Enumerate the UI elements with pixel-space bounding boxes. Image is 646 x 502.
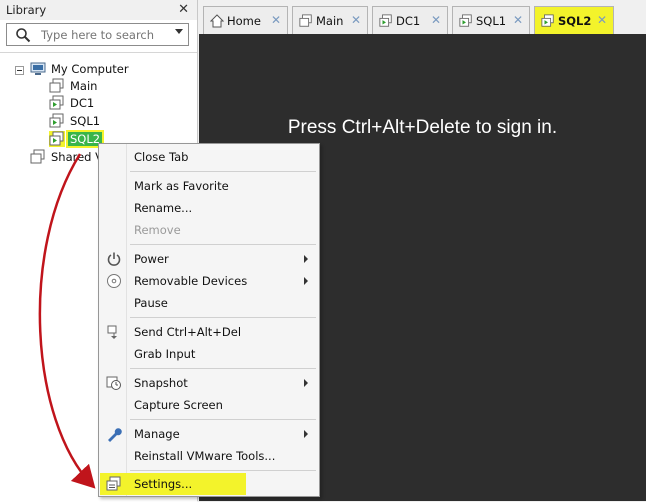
- vm-running-icon: [49, 131, 65, 147]
- home-icon: [210, 13, 224, 27]
- close-icon[interactable]: ✕: [271, 13, 281, 27]
- tree-item-label: Shared V: [51, 150, 104, 164]
- menu-separator: [130, 244, 316, 245]
- library-search[interactable]: [6, 23, 189, 46]
- tab-main[interactable]: Main ✕: [292, 6, 368, 34]
- tree-item-label: Main: [70, 79, 98, 93]
- menu-item-label: Send Ctrl+Alt+Del: [134, 325, 242, 339]
- menu-separator: [130, 317, 316, 318]
- tree-item-sql1[interactable]: SQL1: [49, 112, 102, 130]
- menu-item-label: Capture Screen: [134, 398, 223, 412]
- vm-running-icon: [541, 13, 554, 27]
- vm-icon: [299, 13, 312, 27]
- menu-item-snapshot[interactable]: Snapshot: [100, 372, 318, 394]
- library-title: Library: [6, 3, 47, 17]
- menu-item-label: Rename...: [134, 201, 193, 215]
- menu-separator: [130, 171, 316, 172]
- vm-icon: [49, 78, 64, 93]
- menu-item-close-tab[interactable]: Close Tab: [100, 146, 318, 168]
- shared-vms-icon: [30, 149, 45, 164]
- collapse-toggle[interactable]: [15, 66, 24, 75]
- search-input[interactable]: [41, 27, 171, 43]
- vm-running-icon: [459, 13, 472, 27]
- context-menu: Close Tab Mark as Favorite Rename... Rem…: [98, 143, 320, 497]
- snapshot-icon: [106, 376, 121, 390]
- menu-item-removable-devices[interactable]: Removable Devices: [100, 270, 318, 292]
- submenu-arrow-icon: [304, 379, 308, 387]
- tab-label: DC1: [396, 13, 421, 28]
- menu-item-mark-favorite[interactable]: Mark as Favorite: [100, 175, 318, 197]
- tree-item-sql2[interactable]: SQL2: [49, 130, 105, 148]
- close-icon[interactable]: ✕: [597, 13, 607, 27]
- menu-item-label: Pause: [134, 296, 168, 310]
- menu-item-label: Power: [134, 252, 169, 266]
- tree-item-main[interactable]: Main: [49, 77, 99, 95]
- menu-item-reinstall-tools[interactable]: Reinstall VMware Tools...: [100, 445, 318, 467]
- keyboard-icon: [107, 325, 117, 339]
- tree-item-label: DC1: [70, 96, 95, 110]
- submenu-arrow-icon: [304, 277, 308, 285]
- menu-item-label: Removable Devices: [134, 274, 248, 288]
- menu-item-label: Reinstall VMware Tools...: [134, 449, 276, 463]
- tab-sql1[interactable]: SQL1 ✕: [452, 6, 530, 34]
- menu-item-label: Remove: [134, 223, 181, 237]
- tab-label: Home: [227, 13, 261, 28]
- tab-home[interactable]: Home ✕: [203, 6, 288, 34]
- library-header: Library ✕: [0, 0, 197, 20]
- close-icon[interactable]: ✕: [351, 13, 361, 27]
- tree-item-shared[interactable]: Shared V: [30, 148, 105, 166]
- close-icon[interactable]: ✕: [431, 13, 441, 27]
- tree-item-label: SQL1: [70, 114, 101, 128]
- close-icon[interactable]: ✕: [178, 2, 189, 17]
- submenu-arrow-icon: [304, 430, 308, 438]
- menu-item-capture-screen[interactable]: Capture Screen: [100, 394, 318, 416]
- tab-label: Main: [316, 13, 344, 28]
- menu-item-settings[interactable]: Settings...: [100, 473, 246, 495]
- tab-sql2[interactable]: SQL2 ✕: [534, 6, 614, 34]
- cd-icon: [107, 274, 121, 288]
- tree-item-label: My Computer: [51, 62, 129, 76]
- computer-icon: [30, 62, 46, 75]
- menu-item-pause[interactable]: Pause: [100, 292, 318, 314]
- vm-running-icon: [49, 113, 64, 128]
- menu-item-label: Close Tab: [134, 150, 189, 164]
- tree-item-dc1[interactable]: DC1: [49, 94, 96, 112]
- menu-item-label: Mark as Favorite: [134, 179, 229, 193]
- menu-item-label: Snapshot: [134, 376, 188, 390]
- settings-icon: [106, 476, 121, 491]
- console-message: Press Ctrl+Alt+Delete to sign in.: [287, 117, 558, 138]
- menu-item-manage[interactable]: Manage: [100, 423, 318, 445]
- tab-label: SQL1: [476, 13, 507, 28]
- tab-label: SQL2: [558, 13, 592, 28]
- wrench-icon: [108, 428, 122, 442]
- search-icon: [16, 28, 31, 43]
- vm-running-icon: [49, 95, 64, 110]
- menu-item-send-ctrl-alt-del[interactable]: Send Ctrl+Alt+Del: [100, 321, 318, 343]
- tree-item-label: SQL2: [65, 130, 105, 148]
- menu-item-label: Grab Input: [134, 347, 196, 361]
- submenu-arrow-icon: [304, 255, 308, 263]
- power-icon: [107, 252, 121, 266]
- close-icon[interactable]: ✕: [513, 13, 523, 27]
- menu-item-grab-input[interactable]: Grab Input: [100, 343, 318, 365]
- menu-item-power[interactable]: Power: [100, 248, 318, 270]
- tree-item-my-computer[interactable]: My Computer: [30, 60, 131, 78]
- menu-item-rename[interactable]: Rename...: [100, 197, 318, 219]
- menu-separator: [130, 368, 316, 369]
- tab-dc1[interactable]: DC1 ✕: [372, 6, 448, 34]
- menu-separator: [130, 470, 316, 471]
- menu-item-label: Settings...: [134, 477, 193, 491]
- menu-item-remove[interactable]: Remove: [100, 219, 318, 241]
- menu-separator: [130, 419, 316, 420]
- menu-item-label: Manage: [134, 427, 180, 441]
- vm-running-icon: [379, 13, 392, 27]
- chevron-down-icon[interactable]: [175, 29, 183, 34]
